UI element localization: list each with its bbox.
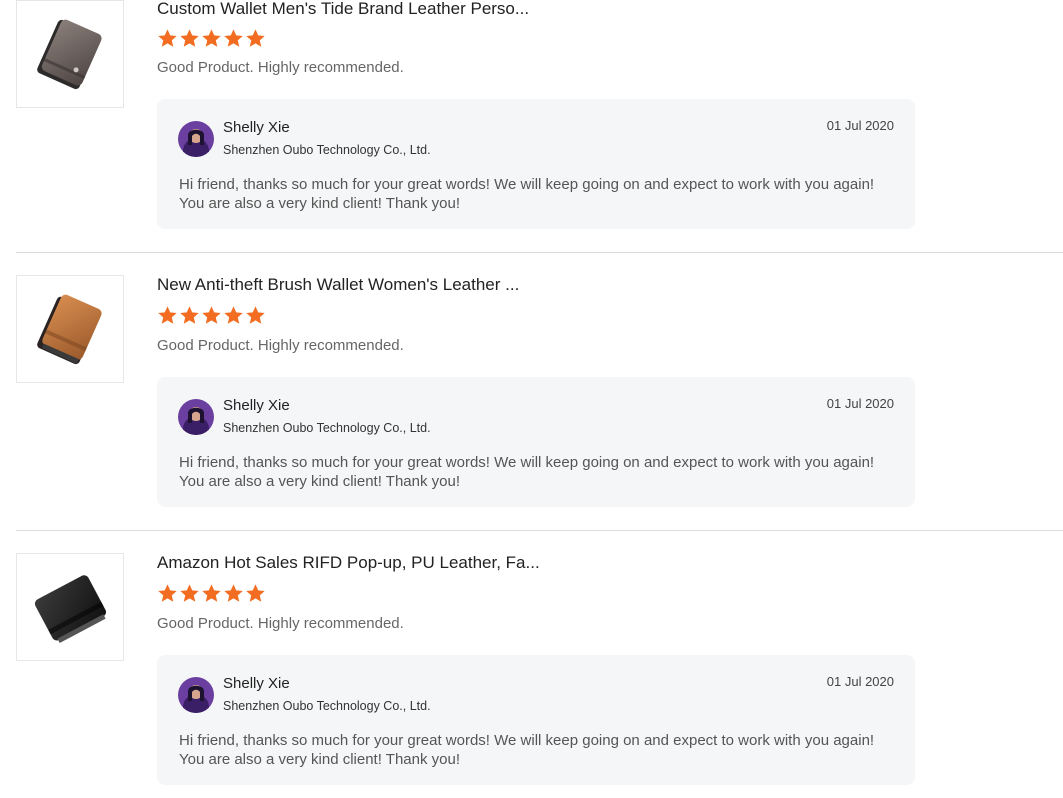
seller-company: Shenzhen Oubo Technology Co., Ltd.: [223, 421, 431, 435]
star-icon: [224, 584, 243, 602]
review-item: Custom Wallet Men's Tide Brand Leather P…: [0, 0, 1063, 253]
seller-name: Shelly Xie: [223, 675, 290, 692]
seller-name: Shelly Xie: [223, 119, 290, 136]
star-icon: [180, 584, 199, 602]
star-icon: [158, 29, 177, 47]
rating-stars: [157, 28, 266, 49]
avatar-image: [178, 399, 214, 435]
review-item: Amazon Hot Sales RIFD Pop-up, PU Leather…: [0, 533, 1063, 798]
wallet-image: [37, 19, 102, 90]
product-thumbnail[interactable]: [16, 275, 124, 383]
seller-reply: Shelly Xie Shenzhen Oubo Technology Co.,…: [157, 655, 915, 785]
star-icon: [202, 306, 221, 324]
product-thumbnail[interactable]: [16, 0, 124, 108]
star-icon: [224, 29, 243, 47]
seller-company: Shenzhen Oubo Technology Co., Ltd.: [223, 143, 431, 157]
reply-text: Hi friend, thanks so much for your great…: [179, 454, 875, 490]
product-title[interactable]: New Anti-theft Brush Wallet Women's Leat…: [157, 275, 519, 295]
product-thumbnail[interactable]: [16, 553, 124, 661]
star-icon: [180, 29, 199, 47]
avatar: [178, 677, 214, 713]
reply-date: 01 Jul 2020: [826, 118, 894, 133]
product-title[interactable]: Amazon Hot Sales RIFD Pop-up, PU Leather…: [157, 553, 540, 573]
star-icon: [224, 306, 243, 324]
seller-reply: Shelly Xie Shenzhen Oubo Technology Co.,…: [157, 377, 915, 507]
star-icon: [202, 584, 221, 602]
wallet-image: [34, 575, 106, 644]
reply-date: 01 Jul 2020: [826, 396, 894, 411]
seller-reply: Shelly Xie Shenzhen Oubo Technology Co.,…: [157, 99, 915, 229]
review-comment: Good Product. Highly recommended.: [157, 59, 404, 76]
divider: [16, 530, 1063, 531]
reply-text: Hi friend, thanks so much for your great…: [179, 176, 875, 212]
reply-date: 01 Jul 2020: [826, 674, 894, 689]
avatar-image: [178, 121, 214, 157]
star-icon: [202, 29, 221, 47]
rating-stars: [157, 583, 266, 604]
product-title[interactable]: Custom Wallet Men's Tide Brand Leather P…: [157, 0, 529, 19]
review-item: New Anti-theft Brush Wallet Women's Leat…: [0, 255, 1063, 531]
star-icon: [246, 584, 265, 602]
seller-name: Shelly Xie: [223, 397, 290, 414]
divider: [16, 252, 1063, 253]
wallet-image: [37, 294, 102, 365]
review-comment: Good Product. Highly recommended.: [157, 615, 404, 632]
star-icon: [246, 29, 265, 47]
avatar-image: [178, 677, 214, 713]
star-icon: [158, 584, 177, 602]
reply-text: Hi friend, thanks so much for your great…: [179, 732, 875, 768]
star-icon: [180, 306, 199, 324]
rating-stars: [157, 305, 266, 326]
avatar: [178, 399, 214, 435]
star-icon: [246, 306, 265, 324]
review-comment: Good Product. Highly recommended.: [157, 337, 404, 354]
seller-company: Shenzhen Oubo Technology Co., Ltd.: [223, 699, 431, 713]
avatar: [178, 121, 214, 157]
star-icon: [158, 306, 177, 324]
